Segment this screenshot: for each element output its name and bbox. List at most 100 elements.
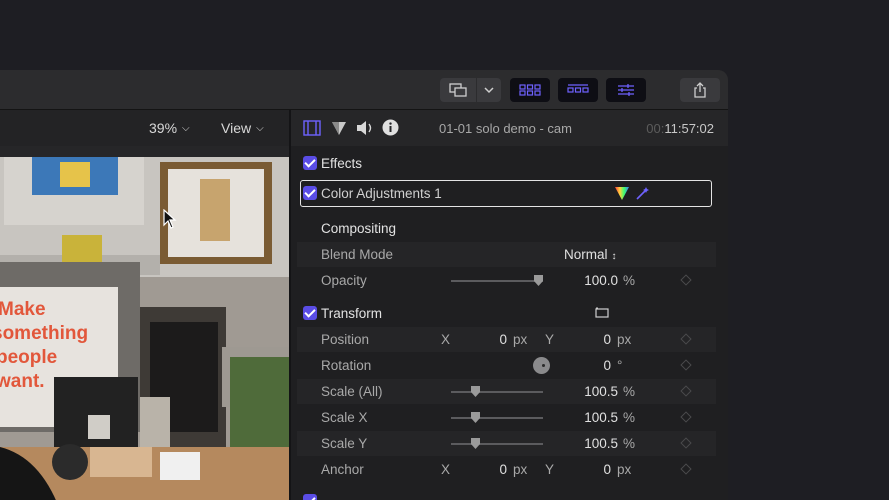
monitor-layout-icon	[449, 83, 467, 97]
scale-all-value[interactable]: 100.5	[584, 384, 618, 399]
poster-line-1: Make	[0, 299, 46, 320]
zoom-value: 39%	[149, 120, 178, 136]
anchor-row: Anchor X 0 px Y 0 px	[297, 457, 716, 482]
position-x-value[interactable]: 0	[499, 332, 507, 347]
rotation-unit: °	[617, 358, 623, 373]
grid-icon	[519, 84, 541, 96]
keyframe-button[interactable]	[680, 411, 692, 423]
selected-effect-outline	[300, 180, 712, 207]
updown-chevron-icon: ↕	[611, 251, 617, 262]
position-x-unit: px	[513, 332, 528, 347]
scale-all-label: Scale (All)	[321, 384, 383, 399]
rotation-row: Rotation 0 °	[297, 353, 716, 378]
position-x-axis: X	[441, 332, 451, 347]
timecode-prefix: 00:	[646, 121, 665, 136]
clip-name: 01-01 solo demo - cam	[439, 121, 572, 136]
keyframe-button[interactable]	[680, 359, 692, 371]
keyframe-button[interactable]	[680, 463, 692, 475]
viewer-header: 39% ⌵ View ⌵	[0, 110, 289, 146]
view-label: View	[221, 120, 252, 136]
poster-line-3: people	[0, 347, 57, 368]
scale-y-unit: %	[623, 436, 636, 451]
next-section-header	[297, 489, 716, 500]
anchor-y-value[interactable]: 0	[603, 462, 611, 477]
scale-all-slider[interactable]	[451, 386, 543, 397]
blend-mode-row: Blend Mode Normal ↕	[297, 242, 716, 267]
inspector-header: 01-01 solo demo - cam 00:11:57:02	[291, 110, 728, 146]
slider-knob[interactable]	[471, 412, 480, 423]
opacity-value[interactable]: 100.0	[584, 273, 618, 288]
anchor-x-axis: X	[441, 462, 451, 477]
keyframe-button[interactable]	[680, 437, 692, 449]
timecode-value: 11:57:02	[664, 121, 714, 136]
compositing-label: Compositing	[321, 221, 397, 236]
anchor-label: Anchor	[321, 462, 364, 477]
video-frame: Make something people want.	[0, 157, 289, 500]
transform-checkbox[interactable]	[303, 306, 317, 320]
poster-line-4: want.	[0, 371, 45, 392]
slider-knob[interactable]	[471, 438, 480, 449]
inspector-toggle-button[interactable]	[606, 78, 646, 102]
poster-line-2: something	[0, 323, 88, 344]
transform-label: Transform	[321, 306, 383, 321]
chevron-down-icon: ⌵	[182, 123, 190, 134]
onscreen-controls-icon[interactable]	[595, 307, 609, 319]
chevron-down-icon: ⌵	[256, 123, 264, 134]
blend-mode-popup[interactable]: Normal ↕	[564, 247, 617, 262]
toolbar	[0, 70, 728, 110]
opacity-slider[interactable]	[451, 275, 543, 286]
fcp-window: 39% ⌵ View ⌵ Make something people want.	[0, 70, 728, 500]
opacity-label: Opacity	[321, 273, 367, 288]
timeline-icon	[567, 84, 589, 93]
share-icon	[694, 82, 706, 98]
scale-y-value[interactable]: 100.5	[584, 436, 618, 451]
rotation-value[interactable]: 0	[603, 358, 611, 373]
position-y-unit: px	[617, 332, 632, 347]
effects-section-header: Effects	[297, 151, 716, 176]
scale-y-row: Scale Y 100.5 %	[297, 431, 716, 456]
zoom-dropdown[interactable]: 39% ⌵	[149, 120, 190, 136]
section-checkbox[interactable]	[303, 494, 317, 500]
video-inspector-icon[interactable]	[303, 120, 321, 136]
layout-dropdown[interactable]	[477, 78, 501, 102]
audio-inspector-icon[interactable]	[355, 119, 375, 137]
chevron-down-icon	[484, 87, 494, 94]
mouse-pointer-icon	[163, 209, 177, 229]
color-inspector-icon[interactable]	[331, 120, 347, 136]
timeline-toggle-button[interactable]	[558, 78, 598, 102]
scale-x-row: Scale X 100.5 %	[297, 405, 716, 430]
scale-x-value[interactable]: 100.5	[584, 410, 618, 425]
info-inspector-icon[interactable]	[382, 119, 399, 136]
browser-toggle-button[interactable]	[510, 78, 550, 102]
compositing-section-header: Compositing	[297, 216, 716, 241]
position-row: Position X 0 px Y 0 px	[297, 327, 716, 352]
anchor-x-value[interactable]: 0	[499, 462, 507, 477]
blend-mode-label: Blend Mode	[321, 247, 394, 262]
layout-button[interactable]	[440, 78, 476, 102]
anchor-y-axis: Y	[545, 462, 555, 477]
slider-knob[interactable]	[534, 275, 543, 286]
share-button[interactable]	[680, 78, 720, 102]
anchor-x-unit: px	[513, 462, 528, 477]
keyframe-button[interactable]	[680, 385, 692, 397]
position-label: Position	[321, 332, 370, 347]
keyframe-button[interactable]	[680, 333, 692, 345]
position-y-value[interactable]: 0	[603, 332, 611, 347]
scale-x-slider[interactable]	[451, 412, 543, 423]
video-viewer[interactable]: Make something people want.	[0, 157, 289, 500]
view-menu[interactable]: View ⌵	[221, 120, 264, 136]
effects-checkbox[interactable]	[303, 156, 317, 170]
scale-all-unit: %	[623, 384, 636, 399]
keyframe-button[interactable]	[680, 274, 692, 286]
scale-y-slider[interactable]	[451, 438, 543, 449]
slider-knob[interactable]	[471, 386, 480, 397]
opacity-unit: %	[623, 273, 636, 288]
scale-x-label: Scale X	[321, 410, 368, 425]
rotation-label: Rotation	[321, 358, 372, 373]
scale-y-label: Scale Y	[321, 436, 368, 451]
scale-all-row: Scale (All) 100.5 %	[297, 379, 716, 404]
rotation-dial[interactable]	[533, 357, 550, 374]
sliders-icon	[618, 84, 634, 96]
scale-x-unit: %	[623, 410, 636, 425]
anchor-y-unit: px	[617, 462, 632, 477]
